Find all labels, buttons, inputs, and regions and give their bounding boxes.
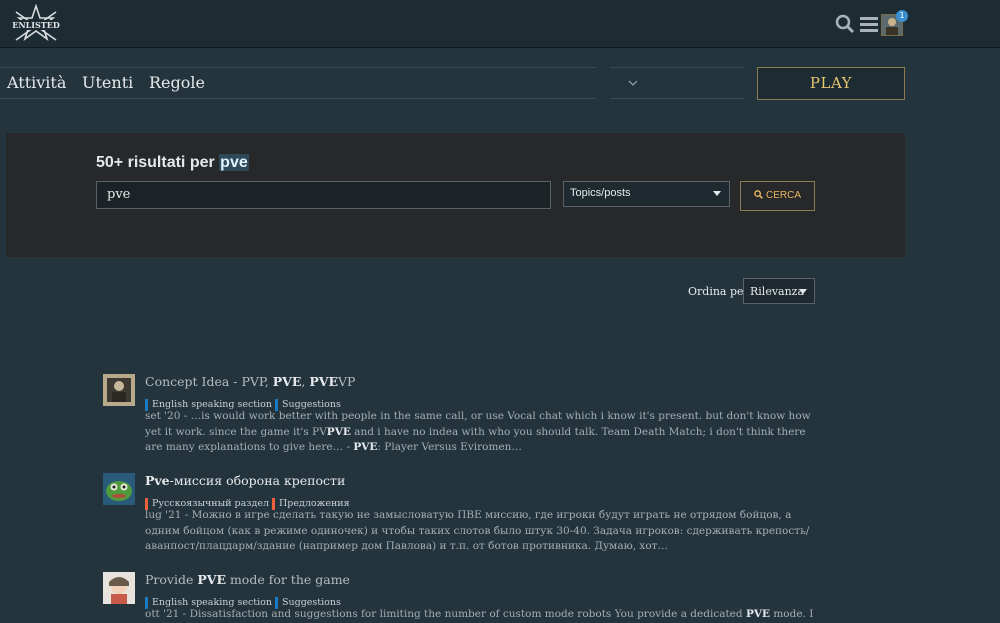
result-title[interactable]: Pve-миссия оборона крепости [145,473,825,489]
search-scope-select[interactable]: Topics/posts [563,181,730,207]
nav-item-utenti[interactable]: Utenti [82,73,133,92]
result-blurb[interactable]: ott '21 - Dissatisfaction and suggestion… [145,607,825,623]
search-input[interactable]: pve [96,181,551,209]
search-button[interactable]: CERCA [740,181,815,211]
notification-badge[interactable]: 1 [896,10,908,22]
result-blurb[interactable]: set '20 - …is would work better with peo… [145,409,825,456]
sort-select[interactable]: Rilevanza [743,278,815,304]
result-blurb[interactable]: lug '21 - Можно в игре сделать такую не … [145,508,825,555]
search-results-heading: 50+ risultati per pve [96,154,249,171]
enlisted-logo[interactable]: ENLISTED [10,3,62,44]
nav-dropdown[interactable] [610,67,744,99]
search-icon [754,190,763,199]
hamburger-menu-icon[interactable] [860,16,878,36]
search-icon[interactable] [835,14,855,38]
author-avatar[interactable] [103,374,135,406]
play-button[interactable]: PLAY [757,67,905,100]
nav-item-regole[interactable]: Regole [149,73,205,92]
sort-label: Ordina per [688,285,749,298]
author-avatar[interactable] [103,572,135,604]
search-panel: 50+ risultati per pve pve Topics/posts C… [6,133,905,257]
caret-down-icon [713,191,721,196]
author-avatar[interactable] [103,473,135,505]
chevron-down-icon [628,76,638,90]
result-title[interactable]: Concept Idea - PVP, PVE, PVEVP [145,374,825,390]
search-term-highlight: pve [219,154,249,171]
svg-text:ENLISTED: ENLISTED [12,20,60,30]
top-bar: ENLISTED 1 [0,0,1000,48]
caret-down-icon [799,289,807,294]
main-nav: Attività Utenti Regole [0,67,596,99]
result-title[interactable]: Provide PVE mode for the game [145,572,825,588]
nav-item-attivita[interactable]: Attività [7,73,66,92]
